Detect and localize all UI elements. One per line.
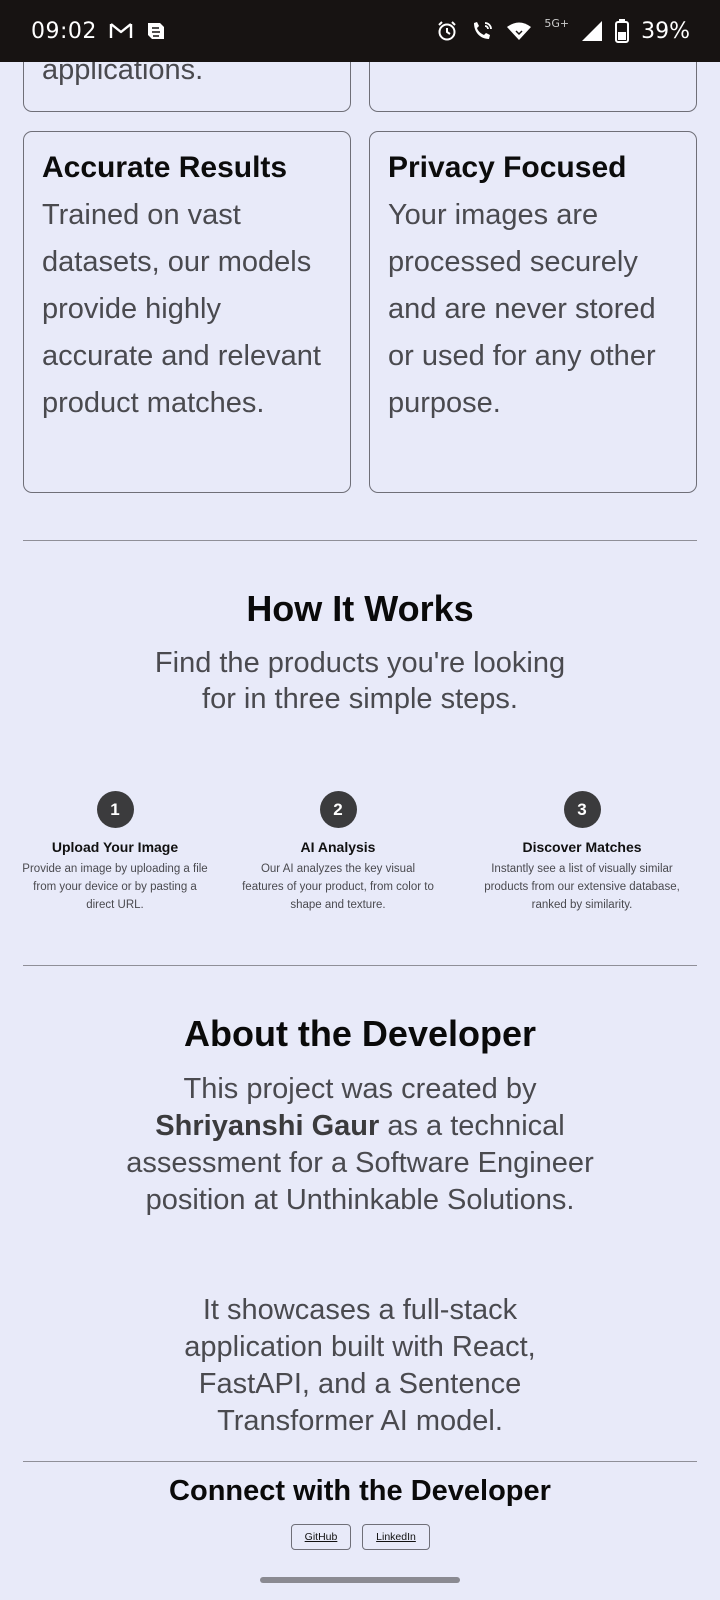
feature-card-accurate: Accurate Results Trained on vast dataset… xyxy=(23,131,351,493)
wifi-call-icon xyxy=(470,20,494,42)
step-description: Instantly see a list of visually similar… xyxy=(484,863,680,911)
feature-card-partial-left: applications. xyxy=(23,62,351,112)
feature-card-partial-right xyxy=(369,62,697,112)
linkedin-link[interactable]: LinkedIn xyxy=(362,1524,430,1550)
card-title: Accurate Results xyxy=(42,151,288,184)
step-item: 1 Upload Your Image Provide an image by … xyxy=(20,791,210,914)
card-description: Trained on vast datasets, our models pro… xyxy=(42,199,321,419)
battery-percent: 39% xyxy=(641,18,690,44)
steps-list: 1 Upload Your Image Provide an image by … xyxy=(20,791,700,921)
gmail-icon xyxy=(109,22,133,40)
step-description: Provide an image by uploading a file fro… xyxy=(22,863,208,911)
section-divider xyxy=(23,965,697,966)
how-it-works-subtitle: Find the products you're looking for in … xyxy=(154,647,566,715)
section-divider xyxy=(23,1461,697,1462)
about-text-before: This project was created by xyxy=(183,1073,537,1105)
step-title: Upload Your Image xyxy=(51,839,179,855)
about-paragraph-1: This project was created by Shriyanshi G… xyxy=(120,1071,600,1219)
wifi-icon xyxy=(506,21,532,41)
alarm-icon xyxy=(436,20,458,42)
how-it-works-title: How It Works xyxy=(246,588,474,629)
card-title: Privacy Focused xyxy=(388,151,627,184)
step-item: 3 Discover Matches Instantly see a list … xyxy=(468,791,696,914)
status-time: 09:02 xyxy=(31,18,97,44)
step-title: Discover Matches xyxy=(522,839,642,855)
signal-icon xyxy=(581,20,603,42)
step-description: Our AI analyzes the key visual features … xyxy=(242,863,434,911)
network-type: 5G+ xyxy=(544,16,570,30)
feature-card-privacy: Privacy Focused Your images are processe… xyxy=(369,131,697,493)
card-description: Your images are processed securely and a… xyxy=(388,199,656,419)
step-title: AI Analysis xyxy=(300,839,376,855)
app-icon xyxy=(145,20,167,42)
status-left: 09:02 xyxy=(31,19,167,44)
github-link[interactable]: GitHub xyxy=(291,1524,351,1550)
home-indicator[interactable] xyxy=(260,1577,460,1583)
step-number: 2 xyxy=(319,791,357,828)
battery-icon xyxy=(615,19,630,43)
step-number: 3 xyxy=(563,791,601,828)
step-item: 2 AI Analysis Our AI analyzes the key vi… xyxy=(240,791,436,914)
connect-title: Connect with the Developer xyxy=(169,1475,551,1507)
about-paragraph-2: It showcases a full-stack application bu… xyxy=(184,1294,536,1437)
about-title: About the Developer xyxy=(183,1013,537,1054)
status-bar: 09:02 5G+ 39% xyxy=(0,0,720,62)
feature-card-partial-text: applications. xyxy=(42,62,204,86)
status-right: 5G+ 39% xyxy=(436,16,690,44)
step-number: 1 xyxy=(96,791,134,828)
section-divider xyxy=(23,540,697,541)
developer-name: Shriyanshi Gaur xyxy=(155,1110,380,1142)
